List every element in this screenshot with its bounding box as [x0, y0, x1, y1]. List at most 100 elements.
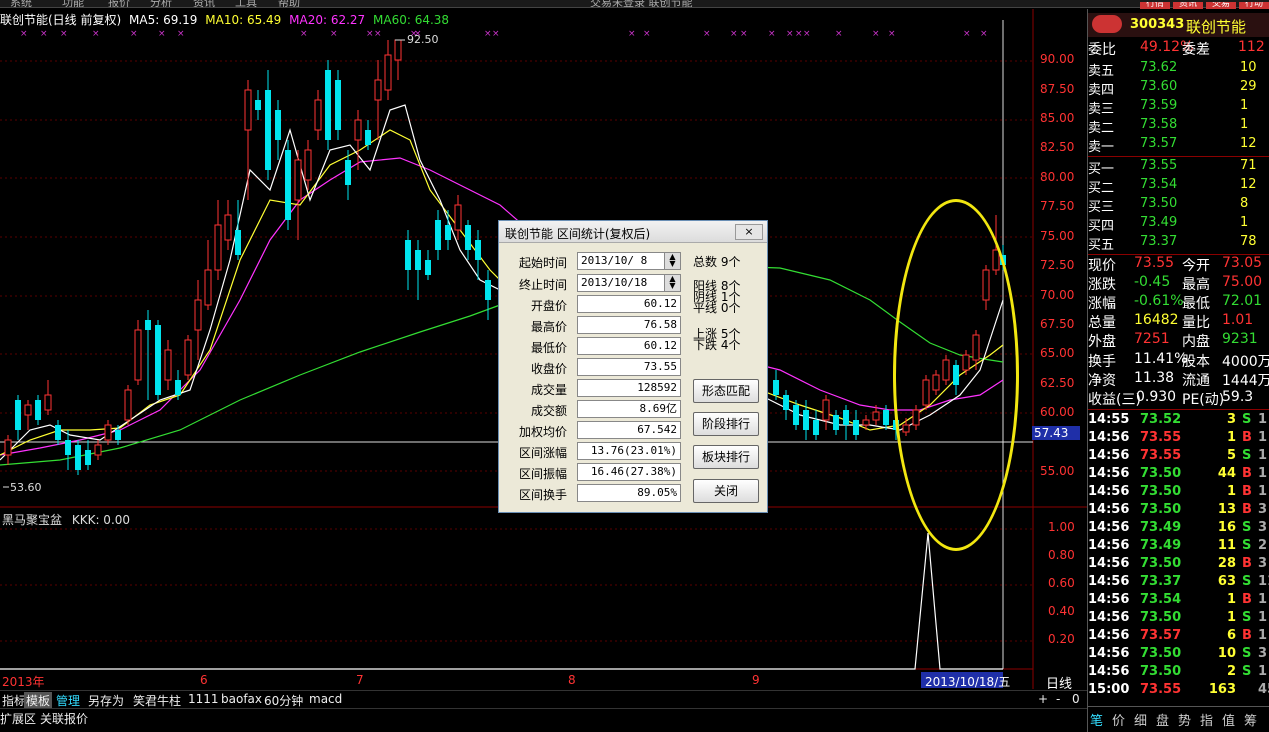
crosshair-price-label: 57.43	[1032, 426, 1080, 440]
tick-side: B	[1242, 466, 1252, 481]
tab-60min[interactable]: 60分钟	[262, 692, 305, 709]
buy-level-row: 买五 73.37 78	[1088, 234, 1269, 253]
close-button[interactable]: 关闭	[693, 479, 759, 503]
menu-info[interactable]: 资讯	[193, 0, 215, 7]
signal-marker: ×	[730, 29, 738, 39]
sell-level-label: 卖一	[1088, 140, 1115, 155]
price-tick: 75.00	[1040, 229, 1075, 243]
stat-value: 9231	[1222, 331, 1258, 347]
indicator-tick: 0.40	[1048, 604, 1075, 618]
start-time-spinner[interactable]: ▲ ▼	[664, 253, 680, 269]
panel-tab-price[interactable]: 价	[1112, 710, 1125, 729]
candle-body	[35, 400, 41, 420]
stat-label: 股本	[1182, 354, 1210, 370]
stat-value-amplitude: 16.46(27.38%)	[577, 463, 681, 481]
tick-count: 1	[1258, 610, 1268, 625]
menu-quote[interactable]: 报价	[108, 0, 130, 7]
panel-tab-index[interactable]: 指	[1200, 710, 1213, 729]
highlight-oval-recent	[893, 199, 1019, 551]
zoom-out-button[interactable]: -	[1054, 692, 1062, 706]
price-tick: 82.50	[1040, 140, 1075, 154]
menu-bar: 系统 功能 报价 分析 资讯 工具 帮助 交易未登录 联创节能	[0, 0, 1269, 8]
stat-value: -0.45	[1134, 274, 1171, 290]
close-icon[interactable]: ×	[735, 224, 763, 240]
tick-count: 1	[1258, 412, 1268, 427]
pattern-match-button[interactable]: 形态匹配	[693, 379, 759, 403]
tick-volume: 3	[1226, 412, 1236, 427]
menu-system[interactable]: 系统	[10, 0, 32, 7]
tick-count: 1	[1258, 484, 1268, 499]
candle-body	[374, 79, 382, 101]
buy-level-row: 买二 73.54 12	[1088, 177, 1269, 196]
candle-body	[75, 445, 81, 470]
panel-tab-chips[interactable]: 筹	[1244, 710, 1257, 729]
menu-help[interactable]: 帮助	[278, 0, 300, 7]
stat-value: 1444万	[1222, 373, 1269, 389]
stat-total-count: 总数 9个	[693, 255, 741, 269]
tick-time: 14:55	[1088, 412, 1130, 427]
signal-marker: ×	[60, 29, 68, 39]
menu-function[interactable]: 功能	[62, 0, 84, 7]
zoom-in-button[interactable]: +	[1036, 692, 1050, 706]
quote-stat-row: 外盘 7251 内盘 9231	[1088, 331, 1269, 350]
stat-value: 16482	[1134, 312, 1179, 328]
tab-baofax[interactable]: baofax	[219, 692, 264, 706]
tick-price: 73.50	[1140, 646, 1182, 661]
tab-save-as[interactable]: 另存为	[86, 692, 126, 709]
tick-time: 15:00	[1088, 682, 1130, 697]
menu-tools[interactable]: 工具	[235, 0, 257, 7]
candle-body	[485, 280, 491, 300]
quote-stat-row: 总量 16482 量比 1.01	[1088, 312, 1269, 331]
tick-row: 15:00 73.55 163 45	[1088, 682, 1269, 700]
tick-row: 14:56 73.50 2 S 1	[1088, 664, 1269, 682]
candle-body	[365, 130, 371, 145]
candle-body	[244, 89, 252, 131]
price-tick: 60.00	[1040, 405, 1075, 419]
panel-tab-book[interactable]: 盘	[1156, 710, 1169, 729]
candle-body	[822, 399, 830, 421]
tick-price: 73.54	[1140, 592, 1182, 607]
end-time-spinner[interactable]: ▲ ▼	[664, 275, 680, 291]
stat-value: 7251	[1134, 331, 1170, 347]
stat-value: 75.00	[1222, 274, 1263, 290]
high-price-label: 92.50	[407, 33, 439, 46]
tick-time: 14:56	[1088, 610, 1130, 625]
stat-label: 外盘	[1088, 334, 1116, 350]
quote-stat-row: 换手 11.41% 股本 4000万	[1088, 351, 1269, 370]
signal-marker: ×	[768, 29, 776, 39]
indicator-tick: 0.80	[1048, 548, 1075, 562]
tab-template[interactable]: 模板	[24, 692, 53, 709]
quote-stat-row: 涨跌 -0.45 最高 75.00	[1088, 274, 1269, 293]
extension-bar: 扩展区 关联报价	[0, 708, 1087, 732]
panel-tab-detail[interactable]: 细	[1134, 710, 1147, 729]
indicator-tick: 0.20	[1048, 632, 1075, 646]
window-title: 交易未登录 联创节能	[590, 0, 693, 8]
signal-marker: ×	[366, 29, 374, 39]
tick-price: 73.49	[1140, 538, 1182, 553]
candle-body	[175, 380, 181, 395]
panel-tab-value[interactable]: 值	[1222, 710, 1235, 729]
stat-flat-count: 平线 0个	[693, 301, 741, 315]
tab-manage[interactable]: 管理	[54, 692, 82, 709]
tab-macd[interactable]: macd	[307, 692, 344, 706]
dialog-titlebar[interactable]: 联创节能 区间统计(复权后) ×	[499, 221, 767, 243]
buy-volume: 1	[1240, 215, 1249, 230]
tick-volume: 1	[1226, 484, 1236, 499]
zoom-reset-button[interactable]: 0	[1070, 692, 1082, 706]
tab-extension-area[interactable]: 扩展区	[0, 710, 36, 727]
menu-analysis[interactable]: 分析	[150, 0, 172, 7]
signal-marker: ×	[92, 29, 100, 39]
tick-price: 73.37	[1140, 574, 1182, 589]
tab-1111[interactable]: 1111	[186, 692, 221, 706]
weibi-label: 委比	[1088, 42, 1116, 58]
sector-rank-button[interactable]: 板块排行	[693, 445, 759, 469]
signal-marker: ×	[803, 29, 811, 39]
panel-tab-ticks[interactable]: 笔	[1090, 710, 1103, 729]
stage-rank-button[interactable]: 阶段排行	[693, 412, 759, 436]
tab-niuzhu[interactable]: 笑君牛柱	[131, 692, 183, 709]
tick-row: 14:56 73.55 5 S 1	[1088, 448, 1269, 466]
tick-volume: 44	[1217, 466, 1236, 481]
panel-tab-trend[interactable]: 势	[1178, 710, 1191, 729]
tab-related-quotes[interactable]: 关联报价	[40, 710, 88, 727]
tick-row: 14:56 73.50 1 B 1	[1088, 484, 1269, 502]
